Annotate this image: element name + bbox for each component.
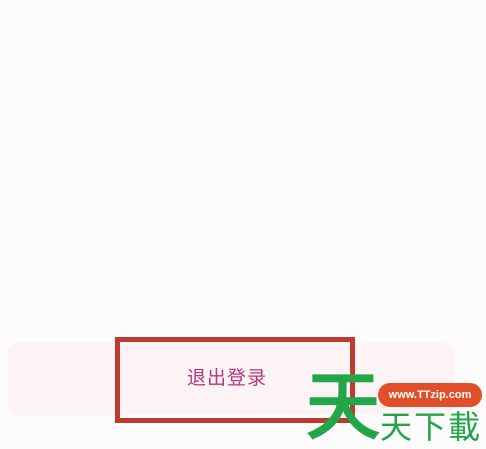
app-screen: 退出登录 天 www.TTzip.com 天下載 (0, 0, 486, 449)
site-watermark: 天 www.TTzip.com 天下載 (306, 370, 484, 448)
watermark-glyph: 天 (306, 364, 380, 449)
logout-label: 退出登录 (187, 368, 268, 389)
watermark-text: 天下載 (380, 408, 483, 446)
watermark-url: www.TTzip.com (378, 383, 482, 407)
